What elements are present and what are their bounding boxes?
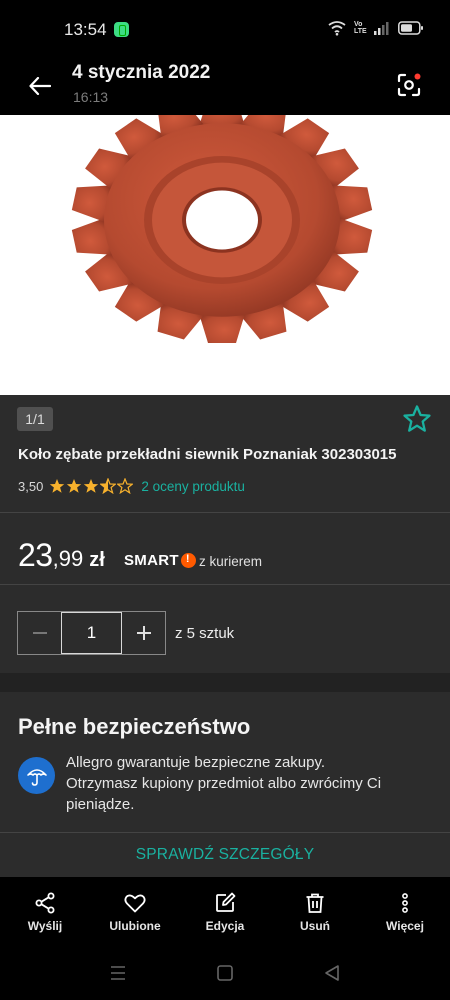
lens-icon	[397, 73, 421, 97]
status-icons: Vo LTE	[328, 20, 424, 36]
ratings-link[interactable]: 2 oceny produktu	[141, 479, 245, 494]
stock-info: z 5 sztuk	[175, 625, 235, 642]
system-back-button[interactable]	[320, 961, 344, 985]
star-empty-icon	[117, 478, 134, 494]
screenshot-time: 16:13	[73, 89, 109, 105]
battery-icon	[398, 21, 423, 35]
more-vertical-icon	[402, 893, 408, 913]
product-card: 1/1 Koło zębate przekładni siewnik Pozna…	[0, 395, 450, 673]
quantity-input[interactable]: 1	[61, 612, 122, 654]
favorites-button[interactable]: Ulubione	[90, 877, 180, 945]
safety-title: Pełne bezpieczeństwo	[18, 714, 251, 739]
back-button[interactable]	[22, 68, 58, 104]
more-label: Więcej	[386, 919, 424, 933]
check-details-button[interactable]: SPRAWDŹ SZCZEGÓŁY	[0, 833, 450, 877]
more-button[interactable]: Więcej	[360, 877, 450, 945]
quantity-stepper: 1	[17, 611, 166, 655]
price-currency: zł	[89, 549, 105, 571]
smart-label: SMART	[124, 552, 179, 569]
screenshot-date: 4 stycznia 2022	[72, 62, 211, 83]
gear-image	[71, 115, 373, 343]
volte-icon: Vo LTE	[354, 21, 367, 35]
decrease-quantity-button[interactable]	[18, 612, 61, 654]
share-icon	[35, 892, 55, 914]
recent-apps-button[interactable]	[106, 961, 130, 985]
product-image[interactable]	[0, 115, 450, 395]
umbrella-glyph	[26, 768, 47, 786]
trash-icon	[306, 893, 324, 913]
edit-button[interactable]: Edycja	[180, 877, 270, 945]
system-navigation-bar	[0, 945, 450, 1000]
status-bar: 13:54 Vo LTE	[0, 0, 450, 60]
divider	[0, 584, 450, 585]
share-button[interactable]: Wyślij	[0, 877, 90, 945]
umbrella-icon	[18, 757, 55, 794]
signal-icon	[374, 22, 389, 35]
star-full-icon	[67, 479, 82, 493]
safety-line: pieniądze.	[66, 796, 135, 813]
image-counter: 1/1	[17, 407, 53, 431]
delivery-method: z kurierem	[199, 554, 263, 569]
star-full-icon	[84, 479, 99, 493]
price: 23 ,99 zł	[18, 537, 105, 574]
square-icon	[217, 965, 233, 981]
star-full-icon	[50, 479, 65, 493]
status-time: 13:54	[64, 20, 107, 39]
star-half-icon	[100, 478, 117, 494]
favorite-star-icon[interactable]	[402, 404, 432, 434]
app-notification-icon	[114, 22, 129, 37]
minus-icon	[32, 632, 47, 634]
home-button[interactable]	[213, 961, 237, 985]
edit-icon	[216, 892, 236, 912]
menu-icon	[111, 966, 125, 980]
safety-section: Pełne bezpieczeństwo Allegro gwarantuje …	[0, 692, 450, 877]
rating-row: 3,50 2 oceny produktu	[18, 478, 245, 494]
plus-icon	[136, 626, 151, 640]
lens-button[interactable]	[390, 66, 428, 104]
wifi-icon	[328, 21, 346, 36]
price-integer: 23	[18, 537, 53, 573]
delete-button[interactable]: Usuń	[270, 877, 360, 945]
app-bar: 4 stycznia 2022 16:13	[0, 60, 450, 115]
smart-badge: SMART	[124, 552, 196, 569]
favorites-label: Ulubione	[109, 919, 161, 933]
price-cents: ,99	[52, 546, 84, 571]
edit-label: Edycja	[205, 919, 245, 933]
delete-label: Usuń	[300, 919, 330, 933]
heart-icon	[124, 894, 146, 913]
triangle-back-icon	[325, 965, 339, 981]
share-label: Wyślij	[27, 919, 63, 933]
bottom-action-bar: Wyślij Ulubione Edycja Usuń Więcej	[0, 877, 450, 945]
safety-line: Otrzymasz kupiony przedmiot albo zwrócim…	[66, 775, 382, 792]
arrow-left-icon	[29, 77, 51, 95]
product-title: Koło zębate przekładni siewnik Poznaniak…	[18, 446, 397, 463]
safety-description: Allegro gwarantuje bezpieczne zakupy. Ot…	[66, 752, 436, 815]
section-separator	[0, 673, 450, 692]
rating-stars	[49, 478, 134, 494]
divider	[0, 512, 450, 513]
smart-exclamation-icon	[180, 553, 196, 568]
rating-value: 3,50	[18, 478, 44, 494]
increase-quantity-button[interactable]	[122, 612, 165, 654]
safety-line: Allegro gwarantuje bezpieczne zakupy.	[66, 754, 326, 771]
